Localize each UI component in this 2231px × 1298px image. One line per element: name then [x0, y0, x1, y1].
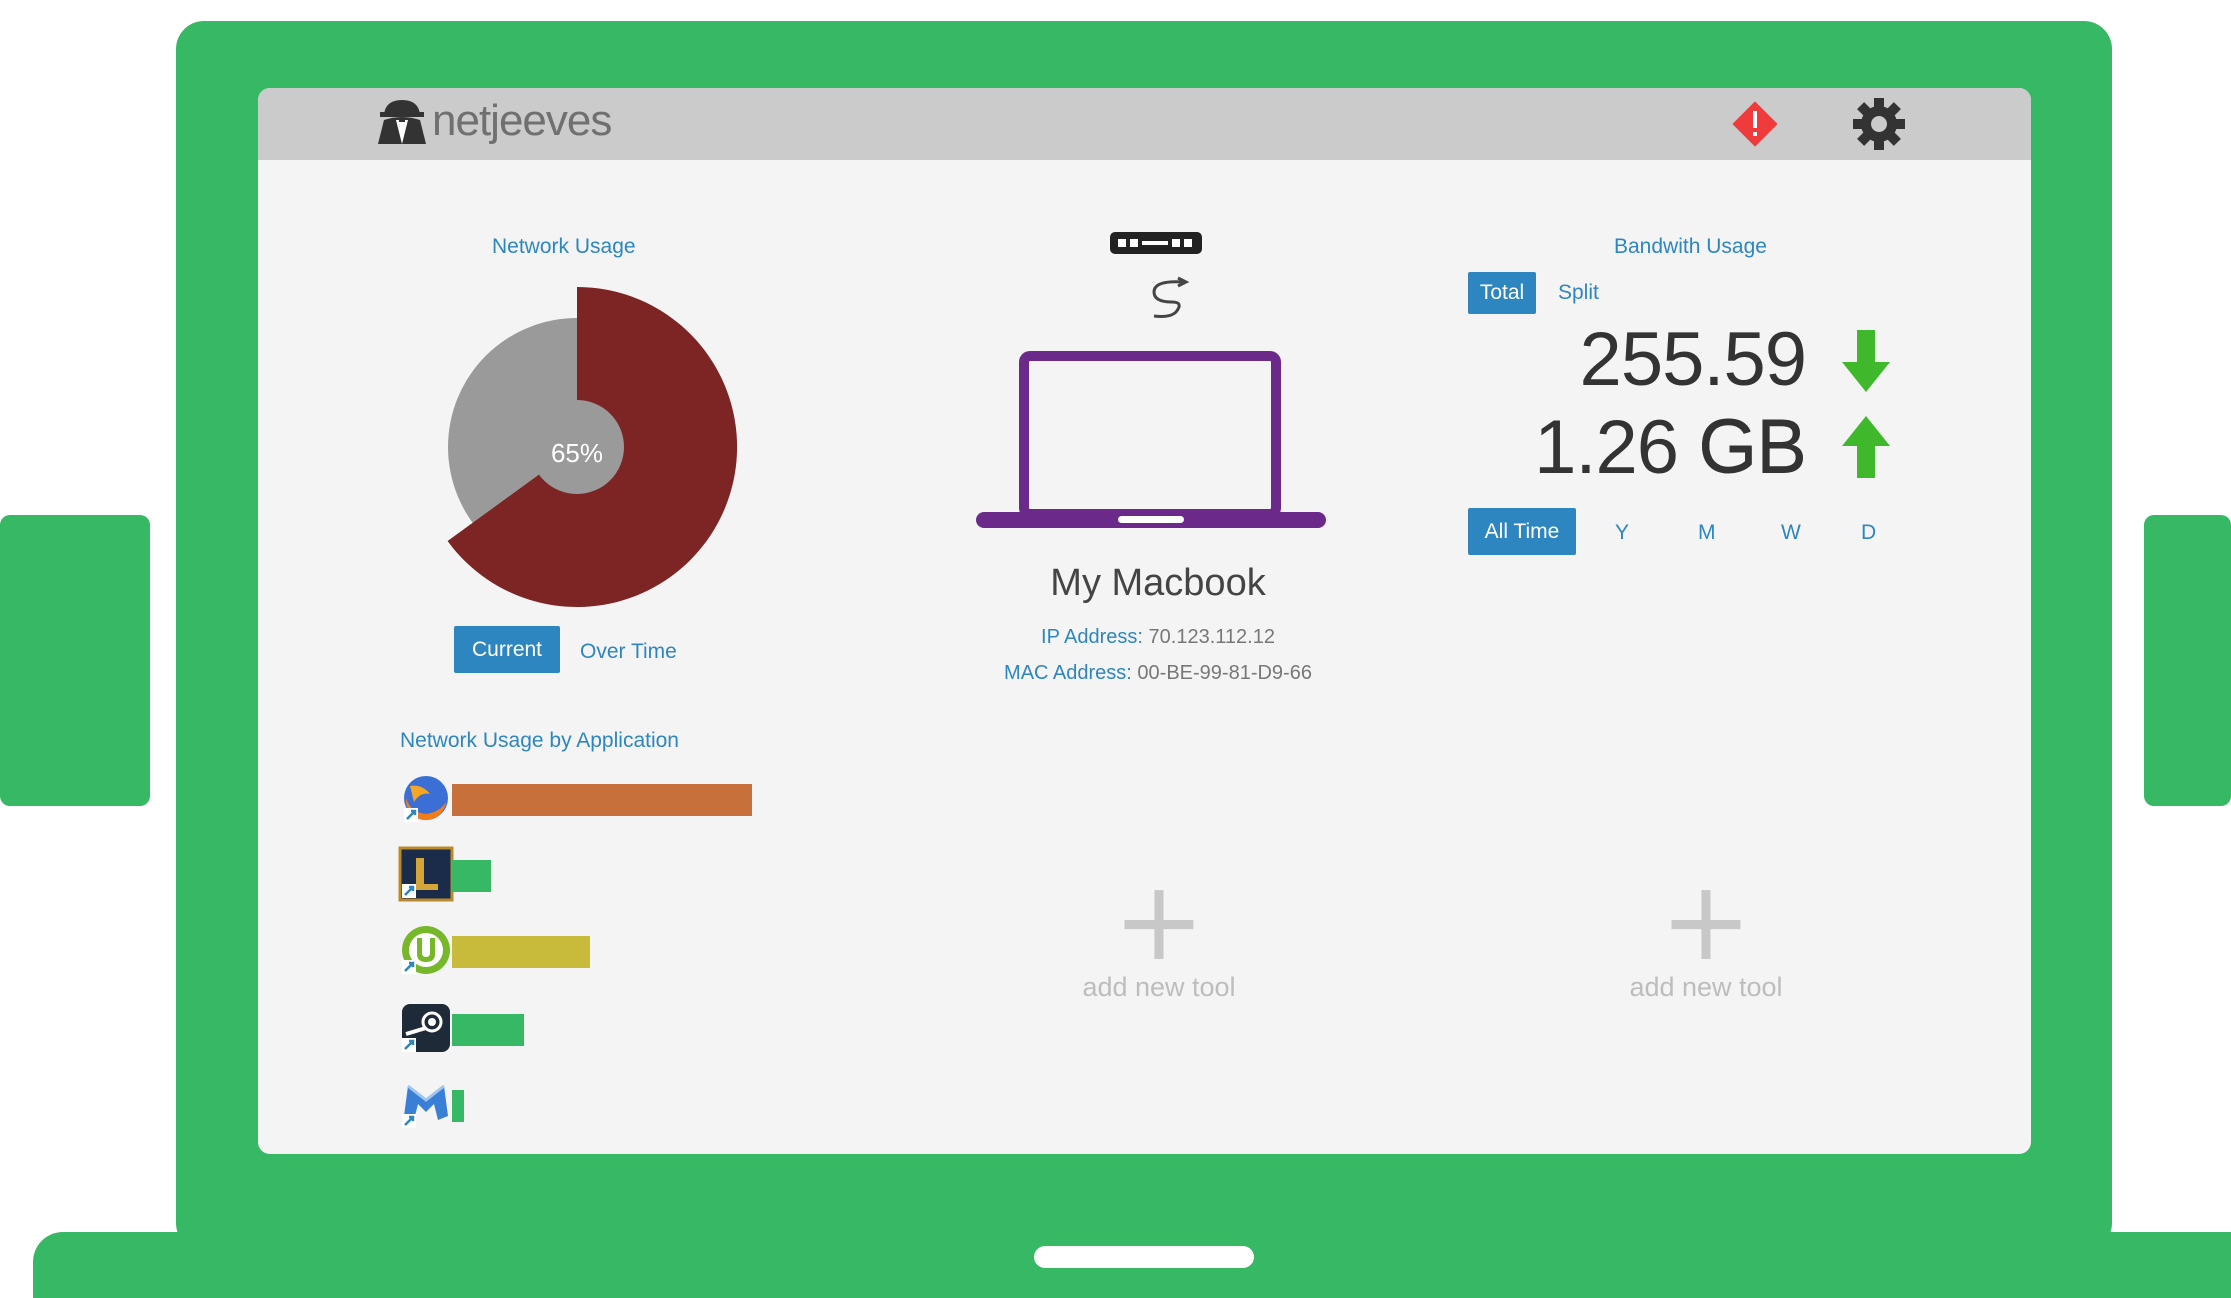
app-usage-bar [452, 1014, 524, 1046]
tab-total[interactable]: Total [1468, 272, 1536, 314]
app-usage-bar [452, 860, 491, 892]
left-side-panel [0, 515, 150, 806]
router-icon [1110, 232, 1202, 254]
app-row-steam [396, 996, 796, 1056]
league-of-legends-icon [398, 846, 454, 902]
device-ip-line: IP Address: 70.123.112.12 [966, 626, 1350, 649]
ip-label: IP Address: [1041, 626, 1143, 648]
laptop-icon [976, 351, 1326, 528]
range-day[interactable]: D [1861, 521, 1876, 545]
app-usage-bar [452, 936, 590, 968]
ip-value: 70.123.112.12 [1148, 626, 1275, 648]
range-week[interactable]: W [1781, 521, 1801, 545]
upload-arrow-icon [1842, 416, 1890, 478]
tab-current[interactable]: Current [454, 626, 560, 673]
range-month[interactable]: M [1698, 521, 1716, 545]
range-year[interactable]: Y [1615, 521, 1629, 545]
app-usage-bar [452, 784, 752, 816]
range-all-time[interactable]: All Time [1468, 508, 1576, 555]
laptop-base-slot [1034, 1246, 1254, 1268]
firefox-icon [404, 776, 448, 822]
add-tool-label[interactable]: add new tool [1049, 972, 1269, 1003]
plus-icon[interactable]: + [1596, 866, 1816, 976]
app-usage-bar [452, 1090, 464, 1122]
plus-icon[interactable]: + [1049, 866, 1269, 976]
upload-amount: 1.26 GB [1534, 405, 1807, 490]
network-usage-title: Network Usage [492, 235, 636, 258]
device-name: My Macbook [1050, 562, 1266, 604]
add-tool-slot-1[interactable]: + add new tool [1049, 866, 1269, 1003]
pie-percent-label: 65% [550, 438, 604, 468]
device-mac-line: MAC Address: 00-BE-99-81-D9-66 [946, 662, 1370, 685]
app-row-firefox [396, 766, 796, 826]
utorrent-icon [402, 926, 450, 974]
top-bar: netjeeves [258, 88, 2031, 160]
app-row-utorrent [396, 918, 796, 978]
alert-diamond-icon[interactable] [1729, 98, 1781, 150]
cable-icon [1152, 276, 1190, 318]
brand-name: netjeeves [432, 96, 612, 145]
gear-icon[interactable] [1851, 96, 1907, 152]
app-row-league-of-legends [396, 842, 796, 902]
mac-label: MAC Address: [1004, 662, 1132, 684]
malwarebytes-icon [402, 1084, 448, 1128]
right-side-panel [2144, 515, 2231, 806]
download-arrow-icon [1842, 330, 1890, 392]
bandwidth-title: Bandwith Usage [1614, 235, 1767, 258]
butler-logo-icon [378, 100, 426, 144]
app-screen: netjeeves Network Usage 65% Current Over… [258, 88, 2031, 1154]
steam-icon [402, 1004, 450, 1052]
tab-over-time[interactable]: Over Time [580, 640, 677, 664]
add-tool-label[interactable]: add new tool [1596, 972, 1816, 1003]
apps-usage-title: Network Usage by Application [400, 729, 679, 752]
mac-value: 00-BE-99-81-D9-66 [1137, 662, 1312, 684]
app-row-malwarebytes [396, 1072, 796, 1132]
add-tool-slot-2[interactable]: + add new tool [1596, 866, 1816, 1003]
tab-split[interactable]: Split [1558, 281, 1599, 305]
